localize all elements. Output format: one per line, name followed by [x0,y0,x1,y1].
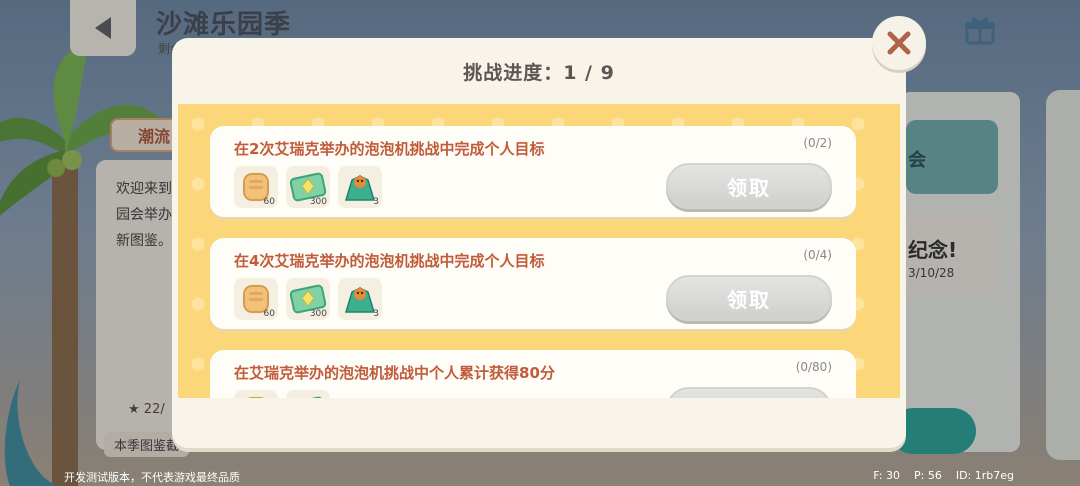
task-card: 在2次艾瑞克举办的泡泡机挑战中完成个人目标 (0/2) 60 300 3 领取 [210,126,856,217]
dialog-footer [172,398,906,448]
reward-quantity: 60 [263,197,275,207]
reward-list: 60 300 3 [234,278,382,320]
reward-quantity: 3 [373,197,379,207]
reward-item[interactable]: 3 [338,166,382,208]
claim-button[interactable]: 领取 [666,163,832,209]
task-progress: (0/4) [803,248,832,262]
reward-item[interactable] [286,390,330,398]
reward-quantity: 3 [373,309,379,319]
reward-list: 60 300 3 [234,166,382,208]
close-button[interactable] [872,16,926,70]
task-progress: (0/2) [803,136,832,150]
challenge-progress-dialog: 挑战进度：1 / 9 在2次艾瑞克举办的泡泡机挑战中完成个人目标 (0/2) 6… [172,38,906,448]
reward-item[interactable]: 300 [286,166,330,208]
task-description: 在艾瑞克举办的泡泡机挑战中个人累计获得80分 [234,364,555,382]
dev-build-notice: 开发测试版本，不代表游戏最终品质 [64,471,240,484]
reward-item[interactable]: 60 [234,278,278,320]
ping-readout: P: 56 [913,469,942,482]
task-description: 在4次艾瑞克举办的泡泡机挑战中完成个人目标 [234,252,545,270]
task-description: 在2次艾瑞克举办的泡泡机挑战中完成个人目标 [234,140,545,158]
task-progress: (0/80) [795,360,832,374]
reward-quantity: 300 [309,309,327,319]
reward-quantity: 60 [263,309,275,319]
claim-button[interactable]: 领取 [666,275,832,321]
claim-button[interactable] [666,387,832,398]
dialog-title: 挑战进度：1 / 9 [463,61,615,84]
fps-readout: F: 30 [873,469,900,482]
reward-item[interactable]: 300 [286,278,330,320]
green-gem-ticket-icon [289,396,327,398]
debug-stats: F: 30 P: 56 ID: 1rb7eg [873,469,1014,482]
close-icon [887,31,911,55]
dialog-header: 挑战进度：1 / 9 [172,38,906,104]
reward-item[interactable]: 3 [338,278,382,320]
task-list[interactable]: 在2次艾瑞克举办的泡泡机挑战中完成个人目标 (0/2) 60 300 3 领取 … [178,104,900,398]
task-card: 在4次艾瑞克举办的泡泡机挑战中完成个人目标 (0/4) 60 300 3 领取 [210,238,856,329]
reward-quantity: 300 [309,197,327,207]
reward-item[interactable] [234,390,278,398]
bread-icon [247,397,265,398]
reward-list [234,390,330,398]
reward-item[interactable]: 60 [234,166,278,208]
player-id: ID: 1rb7eg [955,469,1014,482]
task-card: 在艾瑞克举办的泡泡机挑战中个人累计获得80分 (0/80) [210,350,856,398]
